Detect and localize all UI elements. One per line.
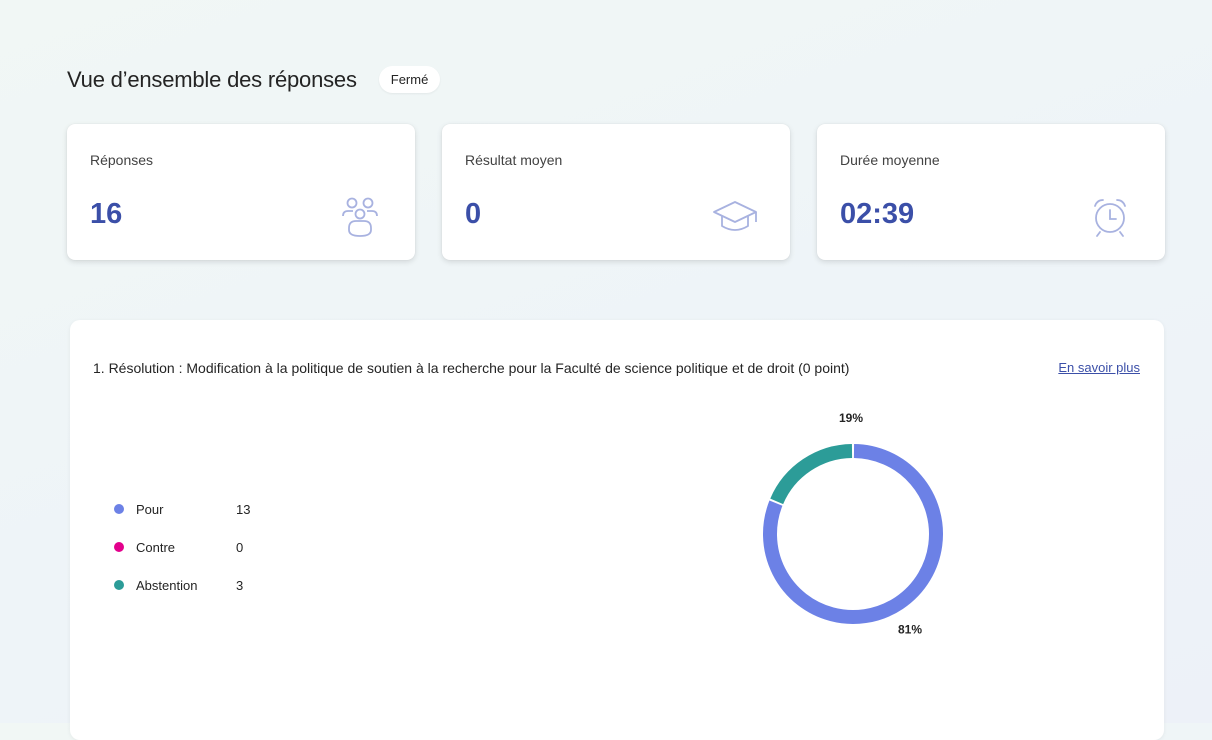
people-icon — [342, 197, 378, 237]
question-card: 1. Résolution : Modification à la politi… — [70, 320, 1164, 740]
donut-slice-abstention — [770, 444, 853, 505]
status-badge: Fermé — [378, 66, 441, 93]
stat-card-average-duration: Durée moyenne 02:39 — [817, 124, 1165, 260]
donut-chart: 81% 19% — [763, 411, 943, 636]
stat-label: Durée moyenne — [840, 152, 940, 168]
stat-card-average-score: Résultat moyen 0 — [442, 124, 790, 260]
graduation-cap-icon — [713, 201, 757, 231]
alarm-clock-icon — [1094, 199, 1126, 237]
donut-label-pour: 81% — [898, 622, 922, 636]
header: Vue d’ensemble des réponses Fermé — [67, 66, 441, 93]
stat-value: 02:39 — [840, 198, 915, 230]
donut-label-abstention: 19% — [839, 411, 863, 425]
stat-value: 0 — [465, 198, 482, 230]
page-title: Vue d’ensemble des réponses — [67, 66, 357, 92]
stat-value: 16 — [90, 198, 123, 230]
stat-label: Réponses — [90, 152, 154, 168]
stat-card-responses: Réponses 16 — [67, 124, 415, 260]
stat-label: Résultat moyen — [465, 152, 563, 168]
response-overview-page: Vue d’ensemble des réponses Fermé Répons… — [0, 0, 1212, 740]
